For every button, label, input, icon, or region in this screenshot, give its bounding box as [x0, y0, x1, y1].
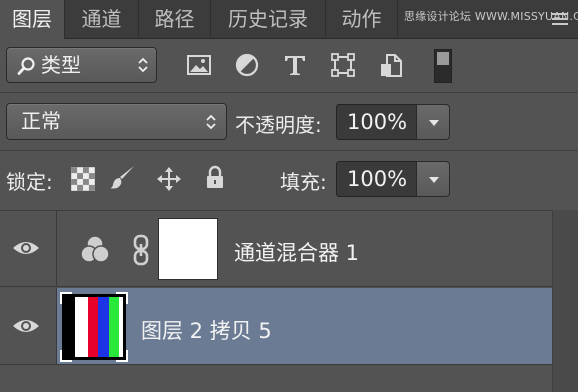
filter-kind-label: 类型 [41, 53, 81, 77]
opacity-input[interactable]: 100% [336, 104, 417, 140]
tab-history[interactable]: 历史记录 [211, 0, 326, 38]
fill-input[interactable]: 100% [336, 161, 417, 197]
layer-row-selected[interactable]: 图层 2 拷贝 5 [0, 288, 552, 365]
thumb-stripe-black [65, 297, 75, 357]
image-filter-icon[interactable] [186, 52, 212, 78]
tab-bar: 图层 通道 路径 历史记录 动作 思缘设计论坛 WWW.MISSYUAN.COM [0, 0, 578, 39]
eye-icon[interactable] [12, 239, 40, 257]
search-icon [17, 57, 35, 75]
layers-list: 通道混合器 1 图层 2 拷贝 5 [0, 210, 552, 392]
visibility-column [0, 211, 57, 286]
divider [0, 92, 578, 93]
opacity-slider-button[interactable] [416, 104, 450, 140]
chevron-up-down-icon [138, 57, 148, 73]
smart-object-filter-icon[interactable] [378, 52, 404, 78]
adjustment-filter-icon[interactable] [234, 52, 260, 78]
layer-name[interactable]: 图层 2 拷贝 5 [141, 315, 272, 345]
blend-mode-value: 正常 [21, 109, 61, 133]
layer-row-channel-mixer[interactable]: 通道混合器 1 [0, 211, 552, 287]
thumb-stripe-white-edge [119, 297, 123, 357]
divider [0, 150, 578, 151]
filter-toggle-switch[interactable] [434, 49, 452, 83]
layer-name[interactable]: 通道混合器 1 [234, 237, 359, 267]
chevron-up-down-icon [206, 114, 216, 130]
tab-actions[interactable]: 动作 [326, 0, 398, 38]
chain-link-icon[interactable] [131, 234, 151, 266]
filter-kind-dropdown[interactable]: 类型 [6, 47, 157, 83]
type-filter-icon[interactable] [282, 52, 308, 78]
visibility-column [0, 288, 57, 364]
tab-layers[interactable]: 图层 [0, 0, 65, 39]
fill-slider-button[interactable] [416, 161, 450, 197]
opacity-label: 不透明度: [235, 113, 322, 137]
thumb-stripe-white [75, 297, 88, 357]
layers-panel: 图层 通道 路径 历史记录 动作 思缘设计论坛 WWW.MISSYUAN.COM… [0, 0, 578, 392]
lock-label: 锁定: [6, 170, 53, 194]
blend-mode-dropdown[interactable]: 正常 [6, 103, 227, 140]
layer-thumbnail[interactable] [60, 292, 128, 362]
fill-label: 填充: [280, 170, 327, 194]
layers-scrollbar[interactable] [552, 210, 578, 392]
channel-mixer-icon [80, 235, 110, 263]
eye-icon[interactable] [12, 317, 40, 335]
thumb-stripe-green [109, 297, 119, 357]
panel-menu-icon[interactable] [552, 13, 568, 25]
shape-filter-icon[interactable] [330, 52, 356, 78]
layer-mask-thumbnail[interactable] [158, 218, 218, 280]
lock-all-icon[interactable] [202, 164, 228, 190]
lock-position-icon[interactable] [156, 166, 182, 192]
lock-image-pixels-icon[interactable] [110, 164, 136, 190]
thumb-stripe-blue [98, 297, 109, 357]
lock-transparent-pixels-icon[interactable] [70, 166, 96, 192]
thumb-stripe-red [88, 297, 98, 357]
tab-channels[interactable]: 通道 [65, 0, 139, 38]
tab-paths[interactable]: 路径 [139, 0, 211, 38]
